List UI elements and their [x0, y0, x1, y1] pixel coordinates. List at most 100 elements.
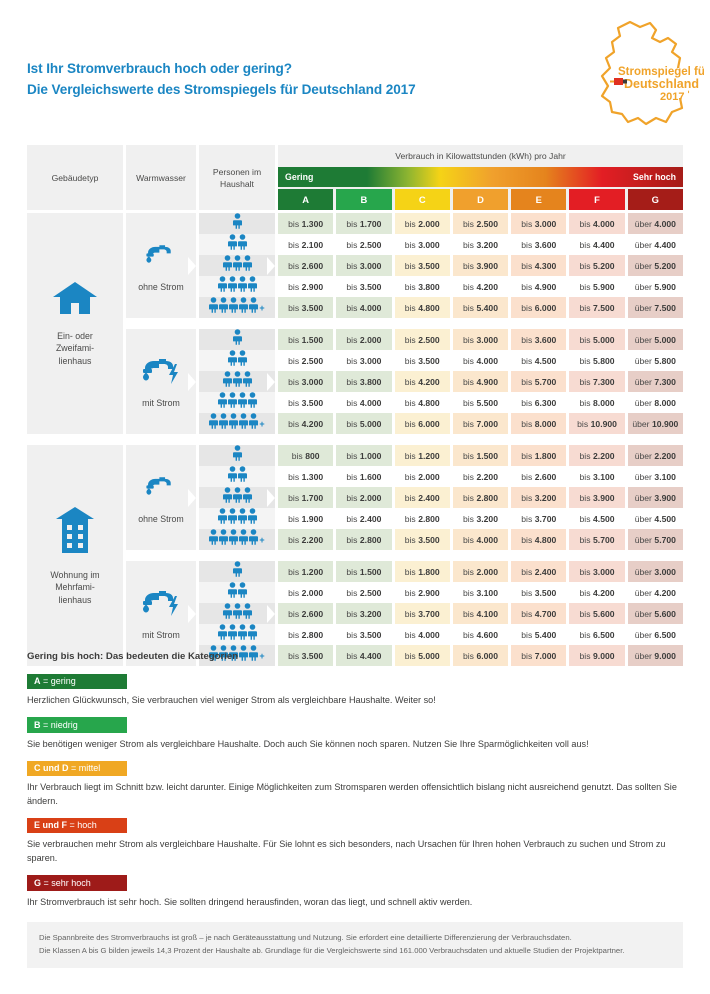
value-number: 1.500 — [476, 450, 498, 461]
warm-water-cell: ohne Strom — [126, 445, 196, 550]
legend-item: E und F = hoch Sie verbrauchen mehr Strom… — [27, 815, 683, 865]
person-icon-group — [222, 255, 252, 276]
value-cell-c: bis 2.000 — [394, 213, 450, 234]
value-prefix: bis — [404, 281, 416, 292]
person-icon — [249, 297, 259, 318]
value-prefix: bis — [521, 355, 533, 366]
value-cell-b: bis 2.500 — [336, 582, 392, 603]
value-prefix: bis — [346, 418, 358, 429]
value-number: 1.200 — [301, 566, 324, 577]
value-prefix: über — [634, 376, 652, 387]
building-label-line: lienhaus — [58, 594, 92, 605]
value-prefix: bis — [288, 302, 300, 313]
value-number: 800 — [305, 450, 320, 461]
value-number: 5.700 — [534, 376, 557, 387]
person-icon — [227, 582, 237, 603]
footnote: Die Spannbreite des Stromverbrauchs ist … — [27, 922, 683, 969]
person-icon — [247, 392, 257, 413]
value-number: 4.300 — [534, 260, 557, 271]
value-number: 5.900 — [593, 281, 615, 292]
value-prefix: bis — [404, 587, 416, 598]
value-prefix: bis — [579, 218, 591, 229]
value-number: 2.000 — [301, 587, 324, 598]
value-number: 4.500 — [654, 513, 676, 524]
value-number: 3.000 — [476, 334, 498, 345]
value-prefix: über — [634, 587, 652, 598]
value-cell-c: bis 1.800 — [394, 561, 450, 582]
person-icon — [237, 582, 247, 603]
value-cells: bis 2.100 bis 2.500 bis 3.000 bis 3.200 bis 3.600… — [278, 234, 683, 255]
legend-item: A = gering Herzlichen Glückwunsch, Sie ve… — [27, 671, 683, 708]
value-prefix: bis — [577, 418, 589, 429]
value-cells: bis 2.500 bis 3.000 bis 3.500 bis 4.000 bis 4.500… — [278, 350, 683, 371]
scale-label-high: Sehr hoch — [632, 172, 676, 182]
value-number: 5.600 — [654, 608, 676, 619]
value-prefix: bis — [404, 397, 416, 408]
value-prefix: bis — [462, 608, 474, 619]
chevron-right-icon — [267, 256, 275, 275]
value-cell-a: bis 2.600 — [278, 255, 334, 276]
value-number: 2.500 — [359, 587, 382, 598]
value-prefix: über — [634, 218, 652, 229]
value-cell-e: bis 5.400 — [511, 624, 567, 645]
value-cell-g: über 4.200 — [627, 582, 683, 603]
value-cell-g: über 5.600 — [627, 603, 683, 624]
value-prefix: über — [634, 260, 652, 271]
value-prefix: bis — [521, 513, 533, 524]
value-cell-e: bis 4.700 — [511, 603, 567, 624]
value-cell-a: bis 4.200 — [278, 413, 334, 434]
value-prefix: bis — [288, 397, 300, 408]
table-body: Ein- oder Zweifami-lienhaus ohne Strom bis 1… — [27, 213, 683, 666]
value-prefix: über — [634, 355, 652, 366]
value-number: 7.000 — [476, 418, 498, 429]
value-cell-f: bis 2.200 — [569, 445, 625, 466]
title-line-2: Die Vergleichswerte des Stromspiegels fü… — [27, 82, 416, 97]
value-number: 3.500 — [301, 302, 324, 313]
value-cell-g: über 3.100 — [627, 466, 683, 487]
person-icon-group — [232, 561, 242, 582]
value-cell-d: bis 2.200 — [452, 466, 509, 487]
legend-badge-key: C und D — [34, 763, 69, 774]
value-cell-c: bis 4.000 — [394, 624, 450, 645]
legend-badge-key: A — [34, 676, 41, 686]
persons-cell — [199, 624, 275, 645]
person-icon-group — [232, 329, 242, 350]
value-prefix: bis — [579, 608, 591, 619]
value-cell-f: bis 5.600 — [569, 603, 625, 624]
value-cell-a: bis 3.500 — [278, 297, 334, 318]
person-icon-group — [217, 624, 257, 645]
value-cell-c: bis 2.800 — [394, 508, 450, 529]
value-prefix: bis — [288, 260, 300, 271]
value-cells: bis 3.000 bis 3.800 bis 4.200 bis 4.900 bis 5.700… — [278, 371, 683, 392]
value-number: 5.400 — [476, 302, 498, 313]
value-cell-e: bis 3.200 — [511, 487, 567, 508]
legend-badge-value: = sehr hoch — [43, 877, 91, 888]
legend-description: Sie benötigen weniger Strom als vergleic… — [27, 738, 589, 749]
value-number: 2.000 — [359, 492, 382, 503]
value-number: 3.700 — [534, 513, 557, 524]
value-cell-f: bis 6.500 — [569, 624, 625, 645]
value-prefix: bis — [462, 397, 474, 408]
class-letter-d: D — [452, 189, 509, 210]
persons-cell: + — [199, 529, 275, 550]
value-number: 2.000 — [418, 218, 440, 229]
value-number: 4.000 — [476, 534, 498, 545]
faucet-icon — [146, 476, 171, 495]
house-icon — [52, 280, 98, 321]
value-prefix: bis — [346, 355, 358, 366]
value-cell-g: über 6.500 — [627, 624, 683, 645]
value-number: 2.200 — [476, 471, 498, 482]
table-column-headers: Gebäudetyp Warmwasser Personen im Hausha… — [27, 145, 683, 210]
table-row: bis 1.300 bis 1.600 bis 2.000 bis 2.200 bis 2.600… — [199, 466, 683, 487]
water-subblock: ohne Strom bis 800 bis 1.000 bis 1.200 bis 1.500… — [126, 445, 683, 550]
value-prefix: bis — [288, 334, 300, 345]
value-cell-a: bis 2.000 — [278, 582, 334, 603]
warm-water-label: ohne Strom — [138, 513, 184, 524]
value-prefix: bis — [288, 471, 300, 482]
person-icon — [239, 529, 249, 550]
value-prefix: bis — [346, 334, 358, 345]
value-prefix: bis — [521, 281, 533, 292]
value-cell-a: bis 1.500 — [278, 329, 334, 350]
page-header: Ist Ihr Stromverbrauch hoch oder gering?… — [0, 0, 710, 140]
person-icon-group — [227, 582, 247, 603]
